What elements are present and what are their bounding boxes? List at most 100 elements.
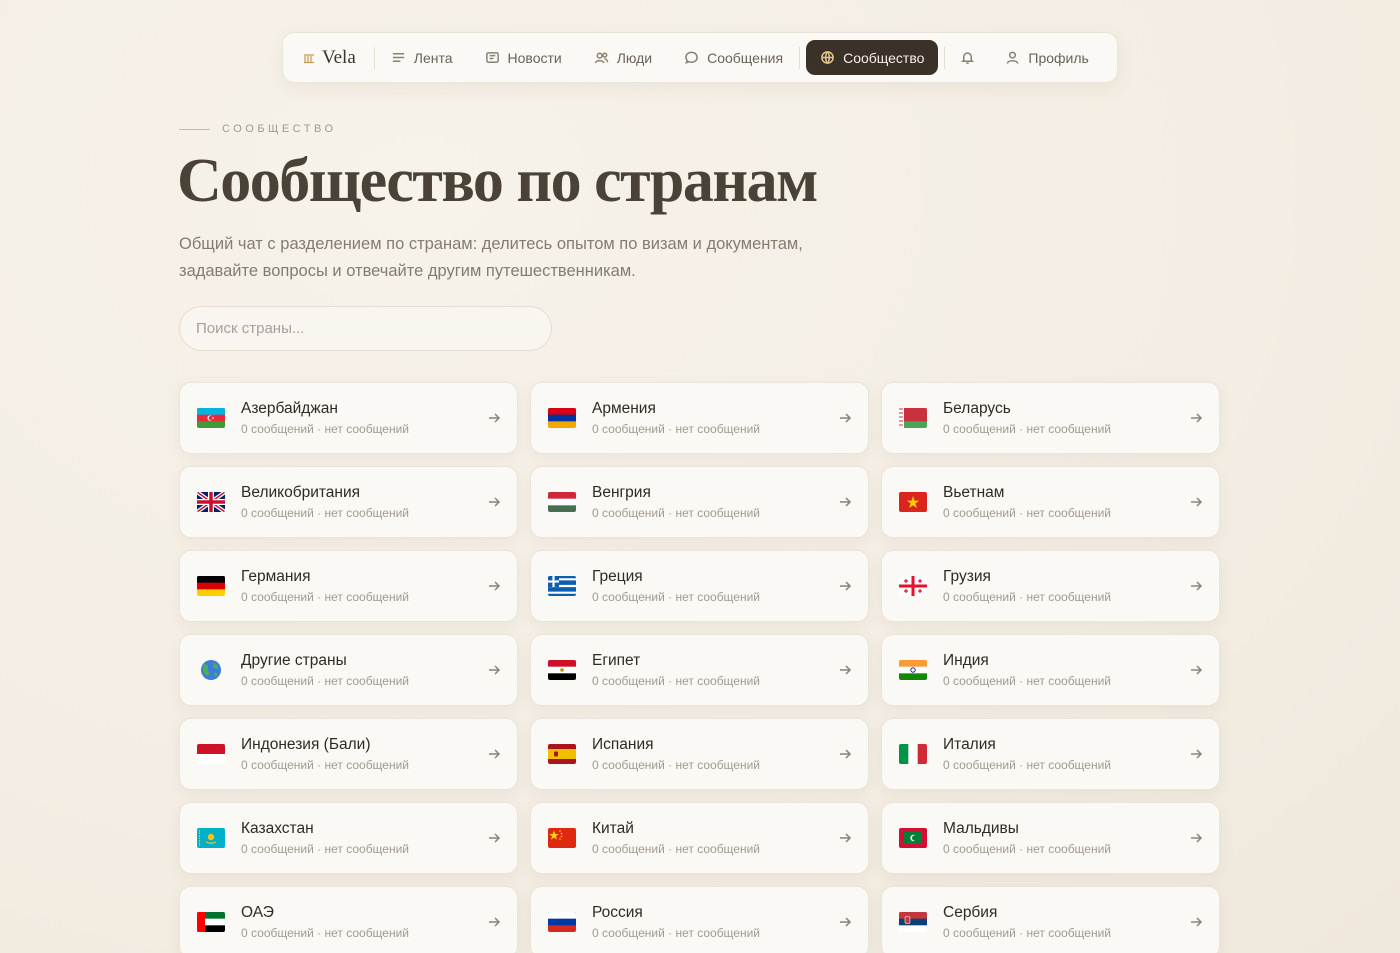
country-name: Венгрия bbox=[592, 484, 651, 501]
feed-icon bbox=[392, 53, 404, 62]
country-card[interactable]: ОАЭ 0 сообщений · нет сообщений bbox=[179, 886, 518, 953]
country-card-text: Казахстан 0 сообщений · нет сообщений bbox=[241, 820, 487, 856]
country-message-count: 0 сообщений · нет сообщений bbox=[241, 422, 410, 436]
country-name: Китай bbox=[592, 820, 634, 837]
nav-item-label: Лента bbox=[413, 49, 453, 66]
country-message-count: 0 сообщений · нет сообщений bbox=[943, 842, 1112, 856]
country-card-text: Армения 0 сообщений · нет сообщений bbox=[592, 400, 838, 436]
country-card[interactable]: Германия 0 сообщений · нет сообщений bbox=[179, 550, 518, 622]
country-card[interactable]: Китай 0 сообщений · нет сообщений bbox=[530, 802, 869, 874]
country-card-text: Италия 0 сообщений · нет сообщений bbox=[943, 736, 1189, 772]
country-message-count: 0 сообщений · нет сообщений bbox=[943, 590, 1112, 604]
nav-item-label: Профиль bbox=[1028, 49, 1089, 66]
country-card[interactable]: Казахстан 0 сообщений · нет сообщений bbox=[179, 802, 518, 874]
country-message-count: 0 сообщений · нет сообщений bbox=[943, 758, 1112, 772]
nav-item-news[interactable]: Новости bbox=[469, 40, 578, 75]
brand-logo[interactable]: Vela bbox=[303, 47, 374, 69]
country-card[interactable]: Великобритания 0 сообщений · нет сообщени… bbox=[179, 466, 518, 538]
country-message-count: 0 сообщений · нет сообщений bbox=[943, 674, 1112, 688]
nav-item-messages[interactable]: Сообщения bbox=[668, 40, 799, 75]
country-message-count: 0 сообщений · нет сообщений bbox=[592, 926, 761, 940]
country-name: Индия bbox=[943, 652, 989, 669]
page-title: Сообщество по странам bbox=[177, 147, 818, 215]
country-card[interactable]: Вьетнам 0 сообщений · нет сообщений bbox=[881, 466, 1220, 538]
arrow-right-icon bbox=[489, 497, 501, 507]
country-name: Греция bbox=[592, 568, 643, 585]
country-name: Беларусь bbox=[943, 400, 1011, 417]
country-message-count: 0 сообщений · нет сообщений bbox=[592, 842, 761, 856]
flag-globe-icon bbox=[201, 660, 221, 680]
country-card[interactable]: Армения 0 сообщений · нет сообщений bbox=[530, 382, 869, 454]
arrow-right-icon bbox=[1191, 917, 1203, 927]
nav-item-community[interactable]: Сообщество bbox=[806, 40, 939, 75]
arrow-right-icon bbox=[1191, 665, 1203, 675]
arrow-right-icon bbox=[489, 749, 501, 759]
country-name: Испания bbox=[592, 736, 654, 753]
nav-item-people[interactable]: Люди bbox=[578, 40, 668, 75]
arrow-right-icon bbox=[840, 749, 852, 759]
flag-hu-icon bbox=[548, 492, 576, 512]
country-name: Азербайджан bbox=[241, 400, 338, 417]
nav-item-label: Сообщения bbox=[707, 49, 784, 66]
flag-es-icon bbox=[548, 744, 576, 764]
country-name: Армения bbox=[592, 400, 656, 417]
chat-icon bbox=[685, 51, 698, 64]
country-name: Вьетнам bbox=[943, 484, 1005, 501]
country-card[interactable]: Россия 0 сообщений · нет сообщений bbox=[530, 886, 869, 953]
country-card[interactable]: Индия 0 сообщений · нет сообщений bbox=[881, 634, 1220, 706]
news-icon bbox=[485, 52, 499, 63]
country-card[interactable]: Грузия 0 сообщений · нет сообщений bbox=[881, 550, 1220, 622]
country-name: Казахстан bbox=[241, 820, 314, 837]
globe-icon bbox=[821, 51, 834, 64]
flag-kz-icon bbox=[197, 828, 225, 848]
flag-ru-icon bbox=[548, 912, 576, 932]
country-card[interactable]: Сербия 0 сообщений · нет сообщений bbox=[881, 886, 1220, 953]
country-card-text: Вьетнам 0 сообщений · нет сообщений bbox=[943, 484, 1189, 520]
arrow-right-icon bbox=[489, 917, 501, 927]
flag-in-icon bbox=[899, 660, 927, 680]
country-card[interactable]: Мальдивы 0 сообщений · нет сообщений bbox=[881, 802, 1220, 874]
nav-item-profile[interactable]: Профиль bbox=[989, 40, 1104, 75]
columns-icon bbox=[304, 53, 314, 63]
country-card[interactable]: Греция 0 сообщений · нет сообщений bbox=[530, 550, 869, 622]
country-card-text: Германия 0 сообщений · нет сообщений bbox=[241, 568, 487, 604]
country-card-text: Индия 0 сообщений · нет сообщений bbox=[943, 652, 1189, 688]
people-icon bbox=[594, 52, 609, 64]
country-name: Великобритания bbox=[241, 484, 361, 501]
flag-ae-icon bbox=[197, 912, 225, 932]
country-name: Мальдивы bbox=[943, 820, 1019, 837]
country-card-text: Великобритания 0 сообщений · нет сообщени… bbox=[241, 484, 487, 520]
country-card-text: Беларусь 0 сообщений · нет сообщений bbox=[943, 400, 1189, 436]
flag-it-icon bbox=[899, 744, 927, 764]
user-icon bbox=[1007, 51, 1019, 64]
nav-item-label: Люди bbox=[616, 49, 653, 66]
country-card-text: Россия 0 сообщений · нет сообщений bbox=[592, 904, 838, 940]
notifications-button[interactable] bbox=[945, 40, 989, 75]
country-card[interactable]: Испания 0 сообщений · нет сообщений bbox=[530, 718, 869, 790]
arrow-right-icon bbox=[1191, 833, 1203, 843]
arrow-right-icon bbox=[1191, 413, 1203, 423]
country-card-text: ОАЭ 0 сообщений · нет сообщений bbox=[241, 904, 487, 940]
country-card[interactable]: Индонезия (Бали) 0 сообщений · нет сообще… bbox=[179, 718, 518, 790]
country-card[interactable]: Беларусь 0 сообщений · нет сообщений bbox=[881, 382, 1220, 454]
country-message-count: 0 сообщений · нет сообщений bbox=[943, 422, 1112, 436]
country-message-count: 0 сообщений · нет сообщений bbox=[241, 590, 410, 604]
page-description: Общий чат с разделением по странам: дели… bbox=[179, 235, 803, 280]
country-search-input[interactable] bbox=[179, 306, 552, 351]
country-card[interactable]: Венгрия 0 сообщений · нет сообщений bbox=[530, 466, 869, 538]
country-name: Россия bbox=[592, 904, 643, 921]
eyebrow-line bbox=[179, 128, 210, 130]
country-name: Египет bbox=[592, 652, 641, 669]
arrow-right-icon bbox=[1191, 581, 1203, 591]
country-card[interactable]: Италия 0 сообщений · нет сообщений bbox=[881, 718, 1220, 790]
arrow-right-icon bbox=[840, 413, 852, 423]
nav-item-feed[interactable]: Лента bbox=[375, 40, 469, 75]
country-message-count: 0 сообщений · нет сообщений bbox=[241, 758, 410, 772]
arrow-right-icon bbox=[489, 665, 501, 675]
country-card[interactable]: Другие страны 0 сообщений · нет сообщений bbox=[179, 634, 518, 706]
arrow-right-icon bbox=[489, 581, 501, 591]
country-card-text: Другие страны 0 сообщений · нет сообщений bbox=[241, 652, 487, 688]
arrow-right-icon bbox=[840, 833, 852, 843]
country-card[interactable]: Азербайджан 0 сообщений · нет сообщений bbox=[179, 382, 518, 454]
country-card[interactable]: Египет 0 сообщений · нет сообщений bbox=[530, 634, 869, 706]
